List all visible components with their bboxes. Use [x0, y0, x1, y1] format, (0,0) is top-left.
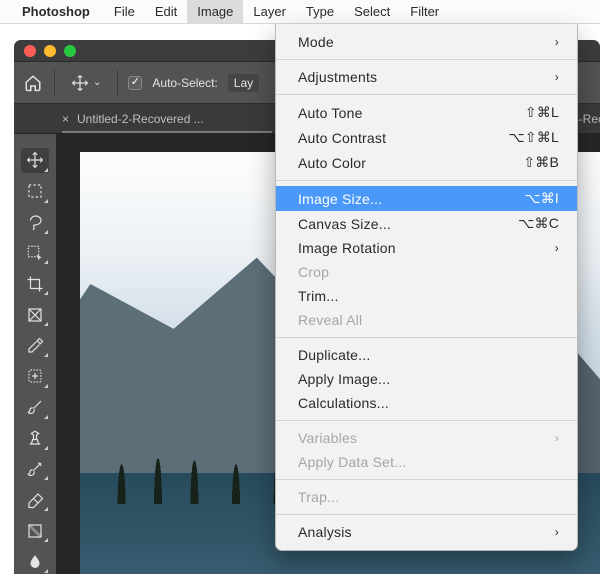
menu-item-label: Analysis: [298, 524, 352, 540]
chevron-right-icon: ›: [555, 35, 559, 49]
menu-item-label: Reveal All: [298, 312, 362, 328]
menu-item-label: Calculations...: [298, 395, 389, 411]
menu-separator: [276, 337, 577, 338]
menu-separator: [276, 420, 577, 421]
auto-select-label: Auto-Select:: [152, 76, 217, 90]
mac-menubar: Photoshop File Edit Image Layer Type Sel…: [0, 0, 600, 24]
close-window-button[interactable]: [24, 45, 36, 57]
divider: [117, 70, 118, 96]
clone-stamp-tool[interactable]: [21, 426, 49, 451]
menu-item-image-rotation[interactable]: Image Rotation ›: [276, 236, 577, 260]
healing-brush-tool[interactable]: [21, 364, 49, 389]
menu-item-label: Variables: [298, 430, 357, 446]
menu-item-duplicate[interactable]: Duplicate...: [276, 343, 577, 367]
history-brush-tool[interactable]: [21, 457, 49, 482]
move-tool[interactable]: [21, 148, 49, 173]
menu-item-label: Adjustments: [298, 69, 377, 85]
window-controls: [24, 45, 76, 57]
auto-select-checkbox[interactable]: ✓: [128, 76, 142, 90]
menu-item-auto-color[interactable]: Auto Color ⇧⌘B: [276, 150, 577, 175]
chevron-right-icon: ›: [555, 525, 559, 539]
menu-separator: [276, 479, 577, 480]
menu-item-apply-data-set: Apply Data Set...: [276, 450, 577, 474]
menu-item-variables: Variables ›: [276, 426, 577, 450]
crop-tool[interactable]: [21, 271, 49, 296]
eraser-tool[interactable]: [21, 487, 49, 512]
menu-separator: [276, 94, 577, 95]
menu-item-reveal-all: Reveal All: [276, 308, 577, 332]
divider: [54, 70, 55, 96]
close-tab-icon[interactable]: ×: [62, 112, 69, 126]
menu-item-label: Trim...: [298, 288, 339, 304]
menu-item-calculations[interactable]: Calculations...: [276, 391, 577, 415]
menu-item-apply-image[interactable]: Apply Image...: [276, 367, 577, 391]
tool-panel: [14, 134, 56, 574]
menu-item-label: Image Rotation: [298, 240, 396, 256]
menu-item-label: Image Size...: [298, 191, 382, 207]
menu-item-label: Auto Tone: [298, 105, 363, 121]
menu-item-shortcut: ⇧⌘L: [525, 104, 559, 121]
menubar-item-select[interactable]: Select: [344, 0, 400, 23]
menu-item-mode[interactable]: Mode ›: [276, 30, 577, 54]
menu-item-label: Canvas Size...: [298, 216, 391, 232]
menu-item-label: Crop: [298, 264, 329, 280]
menu-item-label: Trap...: [298, 489, 339, 505]
menu-item-auto-contrast[interactable]: Auto Contrast ⌥⇧⌘L: [276, 125, 577, 150]
chevron-right-icon: ›: [555, 431, 559, 445]
document-tab[interactable]: Untitled-2-Recovered ...: [77, 112, 204, 126]
menu-item-analysis[interactable]: Analysis ›: [276, 520, 577, 544]
menu-item-label: Apply Data Set...: [298, 454, 406, 470]
lasso-tool[interactable]: [21, 210, 49, 235]
menu-item-label: Auto Contrast: [298, 130, 386, 146]
eyedropper-tool[interactable]: [21, 333, 49, 358]
menu-item-label: Auto Color: [298, 155, 366, 171]
menu-separator: [276, 180, 577, 181]
menu-item-shortcut: ⇧⌘B: [523, 154, 559, 171]
menubar-item-layer[interactable]: Layer: [243, 0, 296, 23]
maximize-window-button[interactable]: [64, 45, 76, 57]
menu-item-adjustments[interactable]: Adjustments ›: [276, 65, 577, 89]
menu-item-shortcut: ⌥⌘C: [518, 215, 559, 232]
menu-item-trap: Trap...: [276, 485, 577, 509]
chevron-right-icon: ›: [555, 241, 559, 255]
menu-item-shortcut: ⌥⇧⌘L: [509, 129, 559, 146]
menubar-item-edit[interactable]: Edit: [145, 0, 187, 23]
menubar-item-image[interactable]: Image: [187, 0, 243, 23]
app-name[interactable]: Photoshop: [22, 4, 90, 19]
image-menu-dropdown: Mode › Adjustments › Auto Tone ⇧⌘L Auto Contra…: [275, 24, 578, 551]
gradient-tool[interactable]: [21, 518, 49, 543]
menu-item-canvas-size[interactable]: Canvas Size... ⌥⌘C: [276, 211, 577, 236]
auto-select-value[interactable]: Lay: [228, 74, 259, 92]
menu-item-shortcut: ⌥⌘I: [524, 190, 559, 207]
menubar-item-file[interactable]: File: [104, 0, 145, 23]
menu-item-label: Apply Image...: [298, 371, 390, 387]
menu-item-crop: Crop: [276, 260, 577, 284]
chevron-down-icon: ⌄: [93, 77, 101, 88]
menu-item-auto-tone[interactable]: Auto Tone ⇧⌘L: [276, 100, 577, 125]
home-button[interactable]: [22, 72, 44, 94]
menu-item-trim[interactable]: Trim...: [276, 284, 577, 308]
menubar-item-type[interactable]: Type: [296, 0, 344, 23]
menu-item-label: Duplicate...: [298, 347, 370, 363]
marquee-tool[interactable]: [21, 179, 49, 204]
chevron-right-icon: ›: [555, 70, 559, 84]
brush-tool[interactable]: [21, 395, 49, 420]
quick-select-tool[interactable]: [21, 241, 49, 266]
menu-separator: [276, 59, 577, 60]
menu-item-image-size[interactable]: Image Size... ⌥⌘I: [276, 186, 577, 211]
menu-item-label: Mode: [298, 34, 334, 50]
blur-tool[interactable]: [21, 549, 49, 574]
move-tool-indicator[interactable]: ⌄: [65, 70, 107, 96]
menu-separator: [276, 514, 577, 515]
menubar-item-filter[interactable]: Filter: [400, 0, 449, 23]
frame-tool[interactable]: [21, 302, 49, 327]
minimize-window-button[interactable]: [44, 45, 56, 57]
